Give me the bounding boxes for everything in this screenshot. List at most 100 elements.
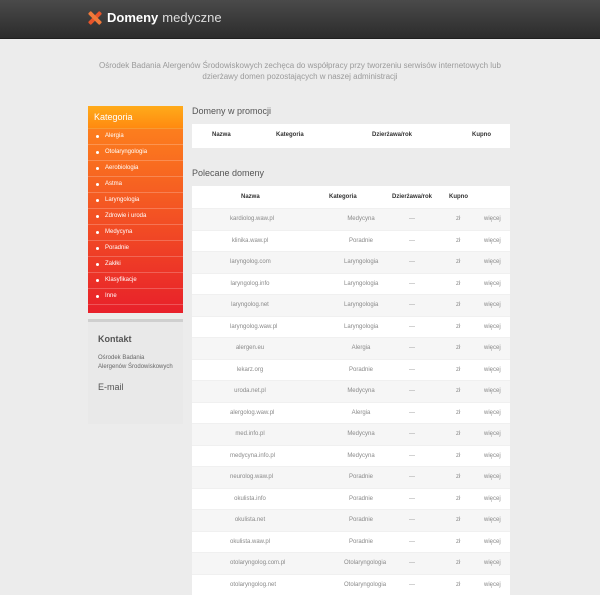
- domain-name-link[interactable]: okulista.waw.pl: [230, 539, 270, 545]
- category-cell: Laryngologia: [344, 281, 378, 287]
- more-link[interactable]: więcej: [484, 582, 501, 588]
- featured-header-kategoria: Kategoria: [329, 194, 357, 200]
- domain-name-link[interactable]: otolaryngolog.net: [230, 582, 270, 588]
- category-item-aerobiologia[interactable]: Aerobiologia: [88, 161, 183, 177]
- lease-price-cell: ---: [409, 367, 415, 373]
- buy-price-cell: zł: [456, 582, 460, 588]
- domain-name-link[interactable]: neurolog.waw.pl: [230, 474, 270, 480]
- domain-name-link[interactable]: otolaryngolog.com.pl: [230, 560, 270, 566]
- promo-title: Domeny w promocji: [192, 106, 510, 122]
- promo-table: Nazwa Kategoria Dzierżawa/rok Kupno: [192, 124, 510, 148]
- buy-price-cell: zł: [456, 367, 460, 373]
- category-item-astma[interactable]: Astma: [88, 177, 183, 193]
- category-cell: Laryngologia: [344, 302, 378, 308]
- more-link[interactable]: więcej: [484, 431, 501, 437]
- domain-name-link[interactable]: med.info.pl: [230, 431, 270, 437]
- more-link[interactable]: więcej: [484, 496, 501, 502]
- buy-price-cell: zł: [456, 345, 460, 351]
- contact-text: Ośrodek Badania Alergenów Środowiskowych: [98, 354, 173, 372]
- lease-price-cell: ---: [409, 216, 415, 222]
- lease-price-cell: ---: [409, 281, 415, 287]
- lease-price-cell: ---: [409, 259, 415, 265]
- buy-price-cell: zł: [456, 302, 460, 308]
- more-link[interactable]: więcej: [484, 453, 501, 459]
- domain-name-link[interactable]: laryngolog.info: [230, 281, 270, 287]
- lease-price-cell: ---: [409, 496, 415, 502]
- more-link[interactable]: więcej: [484, 388, 501, 394]
- more-link[interactable]: więcej: [484, 302, 501, 308]
- buy-price-cell: zł: [456, 431, 460, 437]
- more-link[interactable]: więcej: [484, 539, 501, 545]
- buy-price-cell: zł: [456, 539, 460, 545]
- domain-name-link[interactable]: uroda.net.pl: [230, 388, 270, 394]
- category-cell: Medycyna: [344, 431, 378, 437]
- more-link[interactable]: więcej: [484, 345, 501, 351]
- domain-name-link[interactable]: kardiolog.waw.pl: [230, 216, 270, 222]
- table-row: laryngolog.netLaryngologia---złwięcej: [192, 294, 510, 316]
- featured-table: Nazwa Kategoria Dzierżawa/rok Kupno kard…: [192, 186, 510, 595]
- category-item-zdrowie-i-uroda[interactable]: Zdrowie i uroda: [88, 209, 183, 225]
- more-link[interactable]: więcej: [484, 560, 501, 566]
- category-item-klasyfikacje[interactable]: Klasyfikacje: [88, 273, 183, 289]
- lease-price-cell: ---: [409, 238, 415, 244]
- more-link[interactable]: więcej: [484, 281, 501, 287]
- lease-price-cell: ---: [409, 517, 415, 523]
- buy-price-cell: zł: [456, 410, 460, 416]
- buy-price-cell: zł: [456, 238, 460, 244]
- domain-name-link[interactable]: medycyna.info.pl: [230, 453, 270, 459]
- category-item-laryngologia[interactable]: Laryngologia: [88, 193, 183, 209]
- logo-subtitle: medyczne: [162, 10, 221, 25]
- more-link[interactable]: więcej: [484, 367, 501, 373]
- category-cell: Poradnie: [344, 367, 378, 373]
- logo-x-icon: [88, 11, 102, 25]
- domain-name-link[interactable]: laryngolog.net: [230, 302, 270, 308]
- category-title: Kategoria: [88, 106, 183, 129]
- more-link[interactable]: więcej: [484, 324, 501, 330]
- promo-header-kupno: Kupno: [472, 132, 491, 138]
- table-row: laryngolog.comLaryngologia---złwięcej: [192, 251, 510, 273]
- category-cell: Otolaryngologia: [344, 560, 378, 566]
- category-cell: Medycyna: [344, 453, 378, 459]
- more-link[interactable]: więcej: [484, 410, 501, 416]
- table-row: okulista.netPoradnie---złwięcej: [192, 509, 510, 531]
- table-row: alergolog.waw.plAlergia---złwięcej: [192, 402, 510, 424]
- category-item-alergia[interactable]: Alergia: [88, 129, 183, 145]
- category-cell: Poradnie: [344, 496, 378, 502]
- category-item-poradnie[interactable]: Poradnie: [88, 241, 183, 257]
- category-cell: Laryngologia: [344, 324, 378, 330]
- domain-name-link[interactable]: laryngolog.waw.pl: [230, 324, 270, 330]
- domain-name-link[interactable]: okulista.info: [230, 496, 270, 502]
- table-row: medycyna.info.plMedycyna---złwięcej: [192, 445, 510, 467]
- more-link[interactable]: więcej: [484, 238, 501, 244]
- category-item-otolaryngologia[interactable]: Otolaryngologia: [88, 145, 183, 161]
- category-menu-footer: [88, 305, 183, 313]
- category-item-zaklki[interactable]: Zakłki: [88, 257, 183, 273]
- domain-name-link[interactable]: lekarz.org: [230, 367, 270, 373]
- more-link[interactable]: więcej: [484, 259, 501, 265]
- table-row: okulista.waw.plPoradnie---złwięcej: [192, 531, 510, 553]
- category-cell: Medycyna: [344, 216, 378, 222]
- buy-price-cell: zł: [456, 560, 460, 566]
- domain-name-link[interactable]: okulista.net: [230, 517, 270, 523]
- top-bar: Domeny medyczne: [0, 0, 600, 39]
- category-item-inne[interactable]: Inne: [88, 289, 183, 305]
- featured-header-nazwa: Nazwa: [241, 194, 260, 200]
- promo-header-kategoria: Kategoria: [276, 132, 304, 138]
- promo-header-nazwa: Nazwa: [212, 132, 231, 138]
- domain-name-link[interactable]: alergolog.waw.pl: [230, 410, 270, 416]
- promo-header-dzierzawa: Dzierżawa/rok: [372, 132, 412, 138]
- domain-name-link[interactable]: klinika.waw.pl: [230, 238, 270, 244]
- contact-email-link[interactable]: E-mail: [98, 382, 173, 392]
- more-link[interactable]: więcej: [484, 517, 501, 523]
- category-cell: Poradnie: [344, 238, 378, 244]
- more-link[interactable]: więcej: [484, 216, 501, 222]
- lease-price-cell: ---: [409, 345, 415, 351]
- category-cell: Poradnie: [344, 539, 378, 545]
- category-item-medycyna[interactable]: Medycyna: [88, 225, 183, 241]
- main-content: Domeny w promocji Nazwa Kategoria Dzierż…: [192, 106, 510, 595]
- domain-name-link[interactable]: alergen.eu: [230, 345, 270, 351]
- more-link[interactable]: więcej: [484, 474, 501, 480]
- logo[interactable]: Domeny medyczne: [88, 10, 222, 25]
- contact-title: Kontakt: [98, 334, 173, 344]
- domain-name-link[interactable]: laryngolog.com: [230, 259, 270, 265]
